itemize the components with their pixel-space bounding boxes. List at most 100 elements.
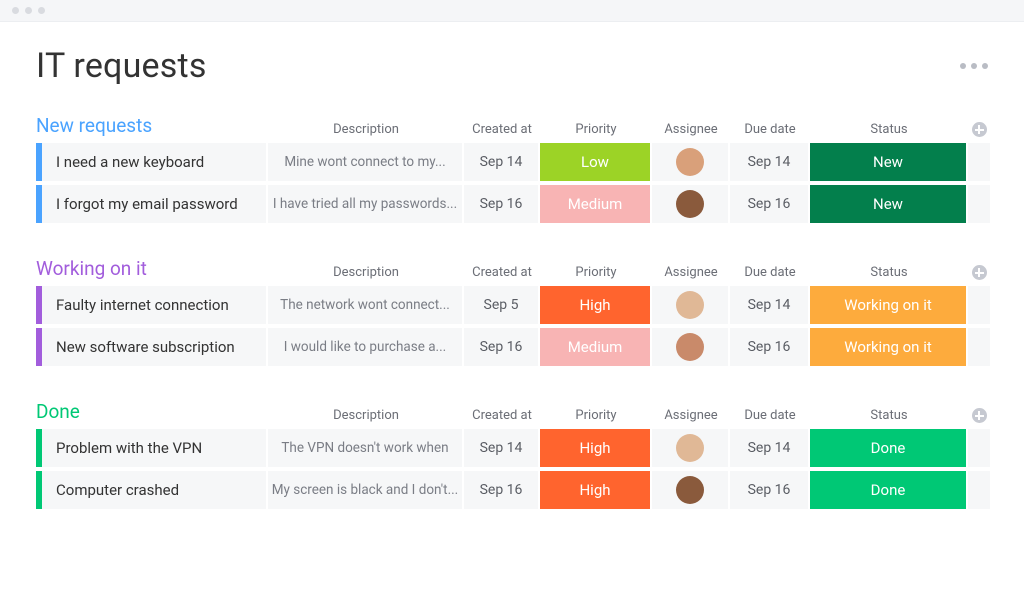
row-created-cell[interactable]: Sep 14	[464, 429, 540, 467]
column-header-due-date[interactable]: Due date	[730, 265, 810, 280]
table-row[interactable]: Computer crashedMy screen is black and I…	[36, 471, 988, 509]
group-header: Working on itDescriptionCreated atPriori…	[36, 257, 988, 286]
group-name[interactable]: Done	[36, 400, 268, 423]
column-header-status[interactable]: Status	[810, 122, 968, 137]
window-dot	[25, 7, 32, 14]
row-due-cell[interactable]: Sep 14	[730, 429, 810, 467]
row-created-cell[interactable]: Sep 16	[464, 185, 540, 223]
row-priority-cell[interactable]: High	[540, 471, 652, 509]
row-priority-cell[interactable]: Medium	[540, 328, 652, 366]
row-name-cell[interactable]: Faulty internet connection	[36, 286, 268, 324]
row-created-cell[interactable]: Sep 16	[464, 471, 540, 509]
table-row[interactable]: Problem with the VPNThe VPN doesn't work…	[36, 429, 988, 467]
add-column	[968, 265, 990, 280]
column-header-created-at[interactable]: Created at	[464, 265, 540, 280]
row-status-cell[interactable]: New	[810, 185, 968, 223]
row-priority-cell[interactable]: High	[540, 429, 652, 467]
column-header-due-date[interactable]: Due date	[730, 408, 810, 423]
board-page: IT requests New requestsDescriptionCreat…	[0, 22, 1024, 509]
row-priority-cell[interactable]: Medium	[540, 185, 652, 223]
row-status-cell[interactable]: New	[810, 143, 968, 181]
row-priority-cell[interactable]: High	[540, 286, 652, 324]
row-description-cell[interactable]: Mine wont connect to my...	[268, 143, 464, 181]
group-name[interactable]: New requests	[36, 114, 268, 137]
group-header: New requestsDescriptionCreated atPriorit…	[36, 114, 988, 143]
group: DoneDescriptionCreated atPriorityAssigne…	[36, 400, 988, 509]
column-header-status[interactable]: Status	[810, 408, 968, 423]
row-description-cell[interactable]: I would like to purchase a...	[268, 328, 464, 366]
row-status-cell[interactable]: Done	[810, 429, 968, 467]
dots-icon	[982, 63, 988, 69]
dots-icon	[971, 63, 977, 69]
column-header-created-at[interactable]: Created at	[464, 122, 540, 137]
row-assignee-cell[interactable]	[652, 471, 730, 509]
page-title: IT requests	[36, 46, 207, 86]
group: New requestsDescriptionCreated atPriorit…	[36, 114, 988, 223]
row-due-cell[interactable]: Sep 14	[730, 286, 810, 324]
row-description-cell[interactable]: The VPN doesn't work when	[268, 429, 464, 467]
column-header-description[interactable]: Description	[268, 122, 464, 137]
column-header-assignee[interactable]: Assignee	[652, 408, 730, 423]
title-row: IT requests	[36, 46, 988, 86]
avatar	[676, 476, 704, 504]
row-assignee-cell[interactable]	[652, 286, 730, 324]
column-header-priority[interactable]: Priority	[540, 265, 652, 280]
table-row[interactable]: Faulty internet connectionThe network wo…	[36, 286, 988, 324]
row-tail-cell	[968, 185, 990, 223]
row-description-cell[interactable]: My screen is black and I don't...	[268, 471, 464, 509]
row-created-cell[interactable]: Sep 5	[464, 286, 540, 324]
row-name-cell[interactable]: I need a new keyboard	[36, 143, 268, 181]
column-header-priority[interactable]: Priority	[540, 408, 652, 423]
column-header-description[interactable]: Description	[268, 408, 464, 423]
row-status-cell[interactable]: Working on it	[810, 286, 968, 324]
avatar	[676, 190, 704, 218]
row-tail-cell	[968, 286, 990, 324]
row-status-cell[interactable]: Working on it	[810, 328, 968, 366]
row-name-cell[interactable]: Computer crashed	[36, 471, 268, 509]
row-tail-cell	[968, 328, 990, 366]
row-due-cell[interactable]: Sep 16	[730, 471, 810, 509]
row-due-cell[interactable]: Sep 14	[730, 143, 810, 181]
row-assignee-cell[interactable]	[652, 143, 730, 181]
group-header: DoneDescriptionCreated atPriorityAssigne…	[36, 400, 988, 429]
row-name-cell[interactable]: I forgot my email password	[36, 185, 268, 223]
table-row[interactable]: I need a new keyboardMine wont connect t…	[36, 143, 988, 181]
column-header-description[interactable]: Description	[268, 265, 464, 280]
column-header-assignee[interactable]: Assignee	[652, 265, 730, 280]
plus-icon[interactable]	[972, 265, 987, 280]
column-header-assignee[interactable]: Assignee	[652, 122, 730, 137]
table-row[interactable]: I forgot my email passwordI have tried a…	[36, 185, 988, 223]
row-description-cell[interactable]: The network wont connect...	[268, 286, 464, 324]
column-header-created-at[interactable]: Created at	[464, 408, 540, 423]
row-created-cell[interactable]: Sep 14	[464, 143, 540, 181]
column-header-priority[interactable]: Priority	[540, 122, 652, 137]
avatar	[676, 291, 704, 319]
row-assignee-cell[interactable]	[652, 185, 730, 223]
row-due-cell[interactable]: Sep 16	[730, 328, 810, 366]
window-dot	[38, 7, 45, 14]
row-name-cell[interactable]: Problem with the VPN	[36, 429, 268, 467]
table-row[interactable]: New software subscriptionI would like to…	[36, 328, 988, 366]
plus-icon[interactable]	[972, 408, 987, 423]
row-tail-cell	[968, 471, 990, 509]
row-due-cell[interactable]: Sep 16	[730, 185, 810, 223]
avatar	[676, 434, 704, 462]
add-column	[968, 408, 990, 423]
row-name-cell[interactable]: New software subscription	[36, 328, 268, 366]
group-name[interactable]: Working on it	[36, 257, 268, 280]
board-menu-button[interactable]	[960, 63, 988, 69]
window-dot	[12, 7, 19, 14]
row-assignee-cell[interactable]	[652, 429, 730, 467]
row-priority-cell[interactable]: Low	[540, 143, 652, 181]
column-header-status[interactable]: Status	[810, 265, 968, 280]
add-column	[968, 122, 990, 137]
row-description-cell[interactable]: I have tried all my passwords...	[268, 185, 464, 223]
dots-icon	[960, 63, 966, 69]
avatar	[676, 333, 704, 361]
row-status-cell[interactable]: Done	[810, 471, 968, 509]
row-created-cell[interactable]: Sep 16	[464, 328, 540, 366]
avatar	[676, 148, 704, 176]
plus-icon[interactable]	[972, 122, 987, 137]
row-assignee-cell[interactable]	[652, 328, 730, 366]
column-header-due-date[interactable]: Due date	[730, 122, 810, 137]
